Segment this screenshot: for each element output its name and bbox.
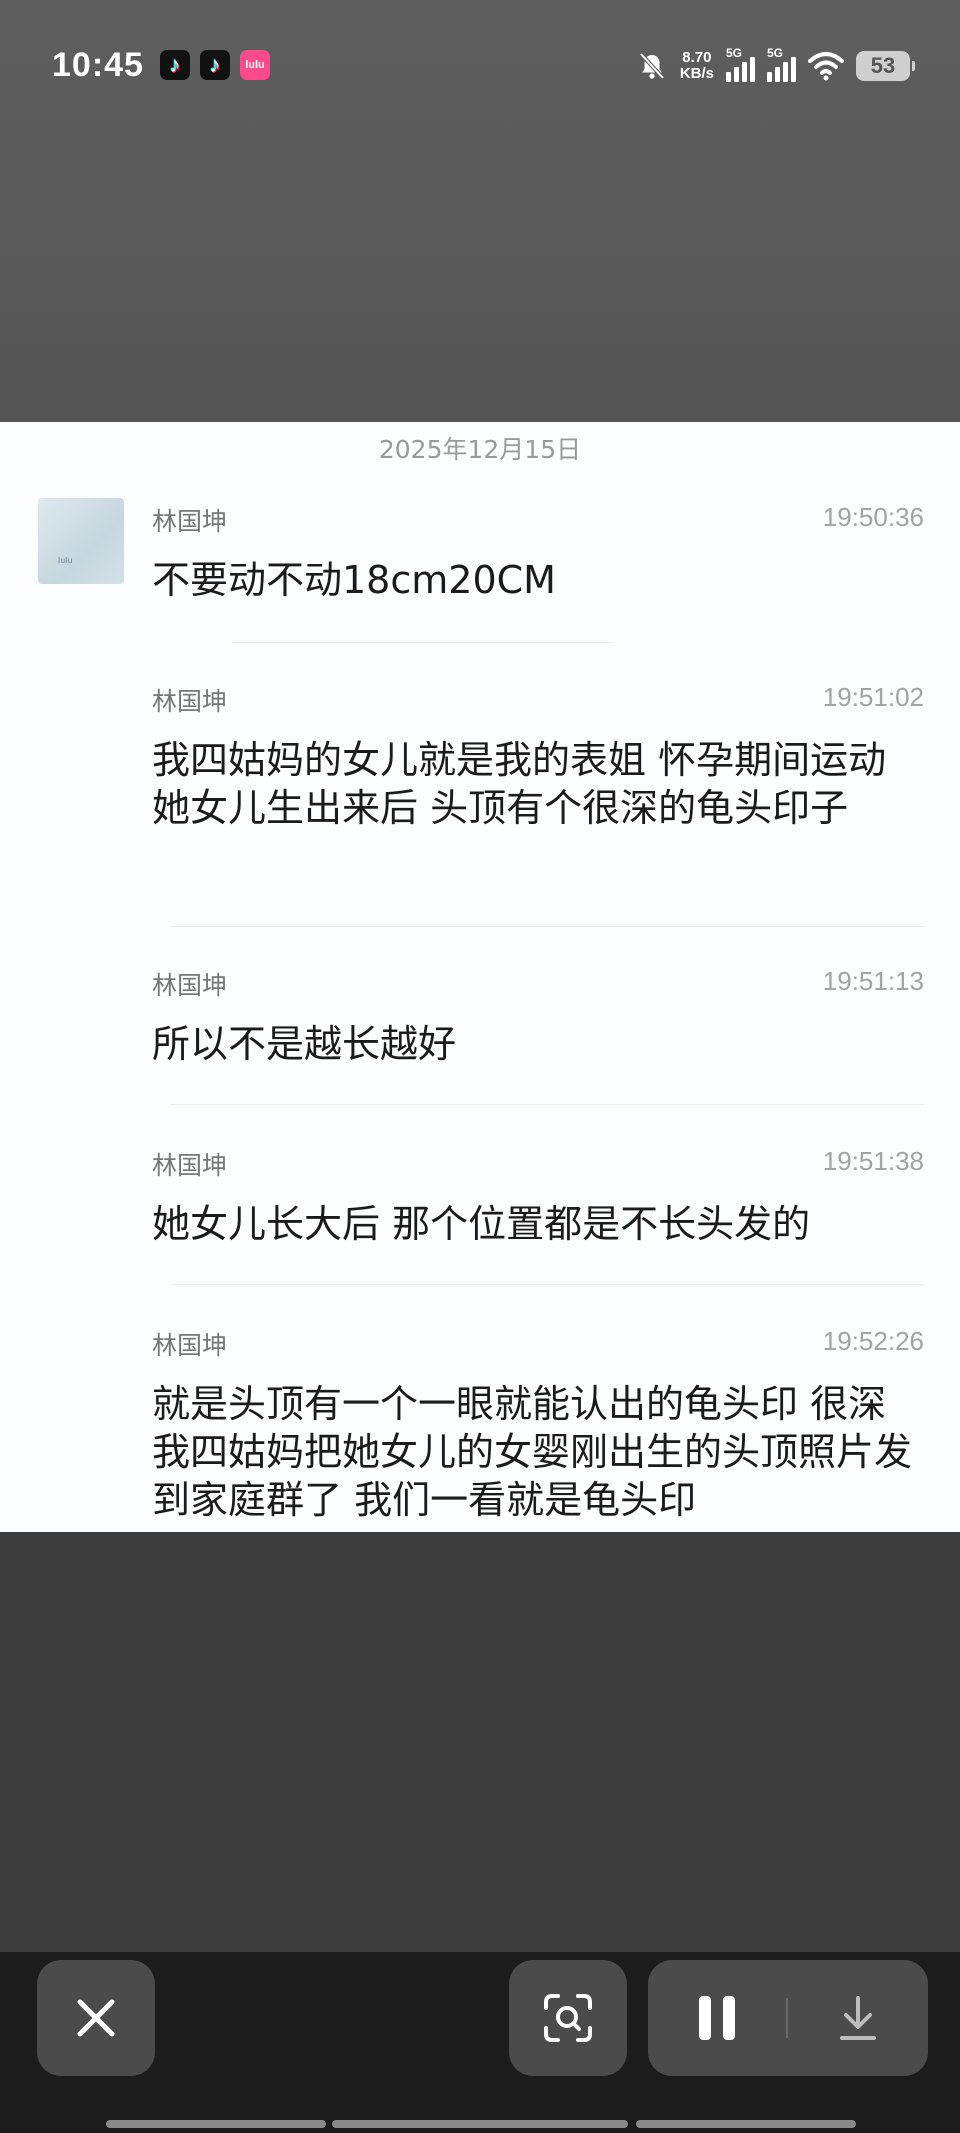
sender-name: 林国坤 [152,1331,228,1360]
chat-screenshot: 2025年12月15日 lulu 林国坤 19:50:36 不要动不动18cm2… [0,422,960,1532]
sender-name: 林国坤 [152,687,228,716]
message-item: 林国坤 19:51:13 所以不是越长越好 [152,966,924,1068]
nav-handle [106,2120,326,2128]
pause-button[interactable] [648,1960,786,2076]
status-time: 10:45 [52,46,144,84]
message-time: 19:51:38 [822,1146,924,1176]
message-item: 林国坤 19:50:36 不要动不动18cm20CM [152,502,924,604]
bell-muted-icon [639,52,665,80]
divider [170,1104,924,1105]
scan-button[interactable] [509,1960,627,2076]
signal-icon: 5G [726,46,755,82]
status-icons: 8.70 KB/s 5G 5G 53 [636,44,915,88]
nav-handle [332,2120,628,2128]
bottom-toolbar [0,1952,960,2133]
chat-date: 2025年12月15日 [378,435,582,464]
close-button[interactable] [37,1960,155,2076]
divider [170,1284,924,1285]
message-time: 19:50:36 [822,502,924,532]
message-item: 林国坤 19:51:02 我四姑妈的女儿就是我的表姐 怀孕期间运动 她女儿生出来… [152,682,924,832]
message-time: 19:51:13 [822,966,924,996]
message-time: 19:51:02 [822,682,924,712]
message-text: 不要动不动18cm20CM [152,558,556,602]
nav-handle [636,2120,856,2128]
message-item: 林国坤 19:52:26 就是头顶有一个一眼就能认出的龟头印 很深 我四姑妈把她… [152,1326,924,1524]
close-icon [77,1999,115,2037]
message-item: 林国坤 19:51:38 她女儿长大后 那个位置都是不长头发的 [152,1146,924,1248]
message-text: 她女儿长大后 那个位置都是不长头发的 [152,1202,811,1246]
message-time: 19:52:26 [822,1326,924,1356]
message-text: 就是头顶有一个一眼就能认出的龟头印 很深 我四姑妈把她女儿的女婴刚出生的头顶照片… [152,1382,913,1522]
record-controls [648,1960,928,2076]
divider [170,926,924,927]
sender-name: 林国坤 [152,1151,228,1180]
download-button[interactable] [788,1960,928,2076]
message-text: 我四姑妈的女儿就是我的表姐 怀孕期间运动 她女儿生出来后 头顶有个很深的龟头印子 [152,738,887,830]
download-icon [840,1996,876,2040]
battery-icon: 53 [856,51,915,81]
sender-name: 林国坤 [152,507,228,536]
tiktok-icon [200,50,230,80]
net-speed: 8.70 KB/s [679,49,714,82]
pause-icon [699,1996,735,2040]
sender-name: 林国坤 [152,971,228,1000]
divider [232,642,612,643]
wifi-icon [808,52,844,81]
signal-icon: 5G [767,46,796,82]
tiktok-icon [160,50,190,80]
message-text: 所以不是越长越好 [152,1022,457,1066]
avatar: lulu [38,498,124,584]
status-bar: 10:45 lulu 8.70 KB/s 5G 5G 53 [0,40,960,92]
scan-icon [544,1994,592,2042]
lulu-icon: lulu [240,50,270,80]
